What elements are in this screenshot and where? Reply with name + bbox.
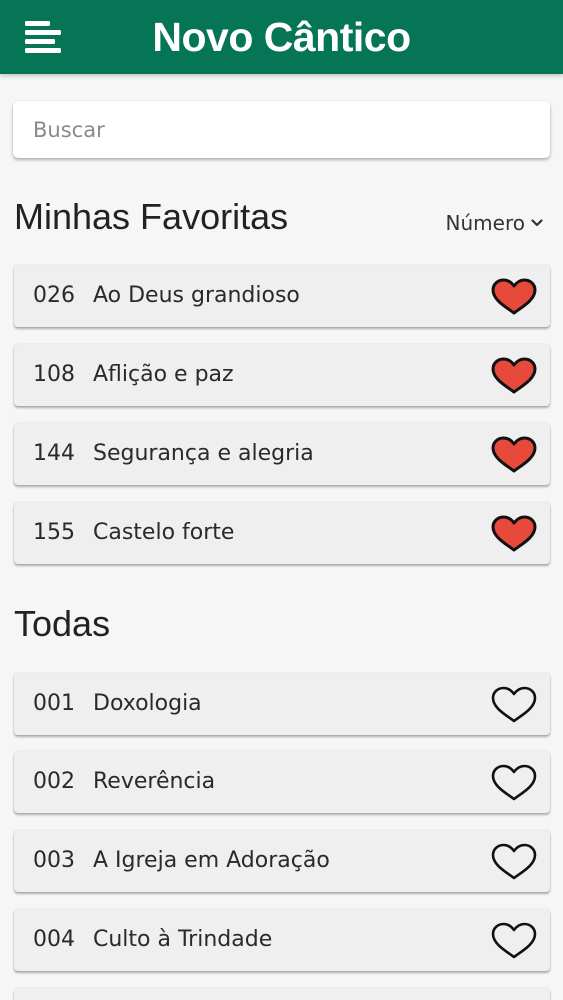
- hymn-number: 155: [33, 520, 75, 545]
- hymn-item[interactable]: 001 Doxologia: [14, 673, 550, 735]
- hymn-title: Aflição e paz: [93, 362, 234, 387]
- favorite-hymn-item[interactable]: 108 Aflição e paz: [14, 344, 550, 406]
- heart-outline-icon[interactable]: [490, 686, 538, 724]
- chevron-down-icon: [531, 219, 543, 227]
- app-header: Novo Cântico: [0, 0, 563, 74]
- heart-filled-icon[interactable]: [490, 515, 538, 553]
- hymn-item[interactable]: 003 A Igreja em Adoração: [14, 830, 550, 892]
- hymn-number: 001: [33, 691, 75, 716]
- hymn-number: 026: [33, 283, 75, 308]
- hymn-title: Castelo forte: [93, 520, 235, 545]
- favorite-hymn-item[interactable]: 155 Castelo forte: [14, 502, 550, 564]
- heart-filled-icon[interactable]: [490, 436, 538, 474]
- heart-outline-icon[interactable]: [490, 922, 538, 960]
- hymn-title: Ao Deus grandioso: [93, 283, 300, 308]
- hymn-title: Segurança e alegria: [93, 441, 314, 466]
- app-screen: Novo Cântico Minhas Favoritas Número 026…: [0, 0, 563, 1000]
- hymn-number: 144: [33, 441, 75, 466]
- sort-dropdown[interactable]: Número: [446, 211, 543, 235]
- favorite-hymn-item[interactable]: 026 Ao Deus grandioso: [14, 265, 550, 327]
- all-section-title: Todas: [14, 603, 111, 644]
- search-input[interactable]: [13, 101, 533, 158]
- search-box: [13, 101, 550, 158]
- hymn-item[interactable]: 004 Culto à Trindade: [14, 909, 550, 971]
- app-title: Novo Cântico: [152, 14, 411, 60]
- heart-outline-icon[interactable]: [490, 764, 538, 802]
- sort-label: Número: [445, 211, 525, 235]
- hymn-title: Culto à Trindade: [93, 927, 273, 952]
- hymn-number: 003: [33, 848, 75, 873]
- heart-filled-icon[interactable]: [490, 278, 538, 316]
- hymn-number: 004: [33, 927, 75, 952]
- hymn-title: Doxologia: [93, 691, 202, 716]
- heart-filled-icon[interactable]: [490, 357, 538, 395]
- heart-outline-icon[interactable]: [490, 843, 538, 881]
- favorites-section-title: Minhas Favoritas: [14, 196, 289, 237]
- hymn-number: 108: [33, 362, 75, 387]
- hymn-item-partial[interactable]: [14, 988, 550, 1000]
- hymn-title: Reverência: [93, 769, 216, 794]
- hymn-title: A Igreja em Adoração: [93, 848, 330, 873]
- hymn-item[interactable]: 002 Reverência: [14, 751, 550, 813]
- hymn-number: 002: [33, 769, 75, 794]
- favorite-hymn-item[interactable]: 144 Segurança e alegria: [14, 423, 550, 485]
